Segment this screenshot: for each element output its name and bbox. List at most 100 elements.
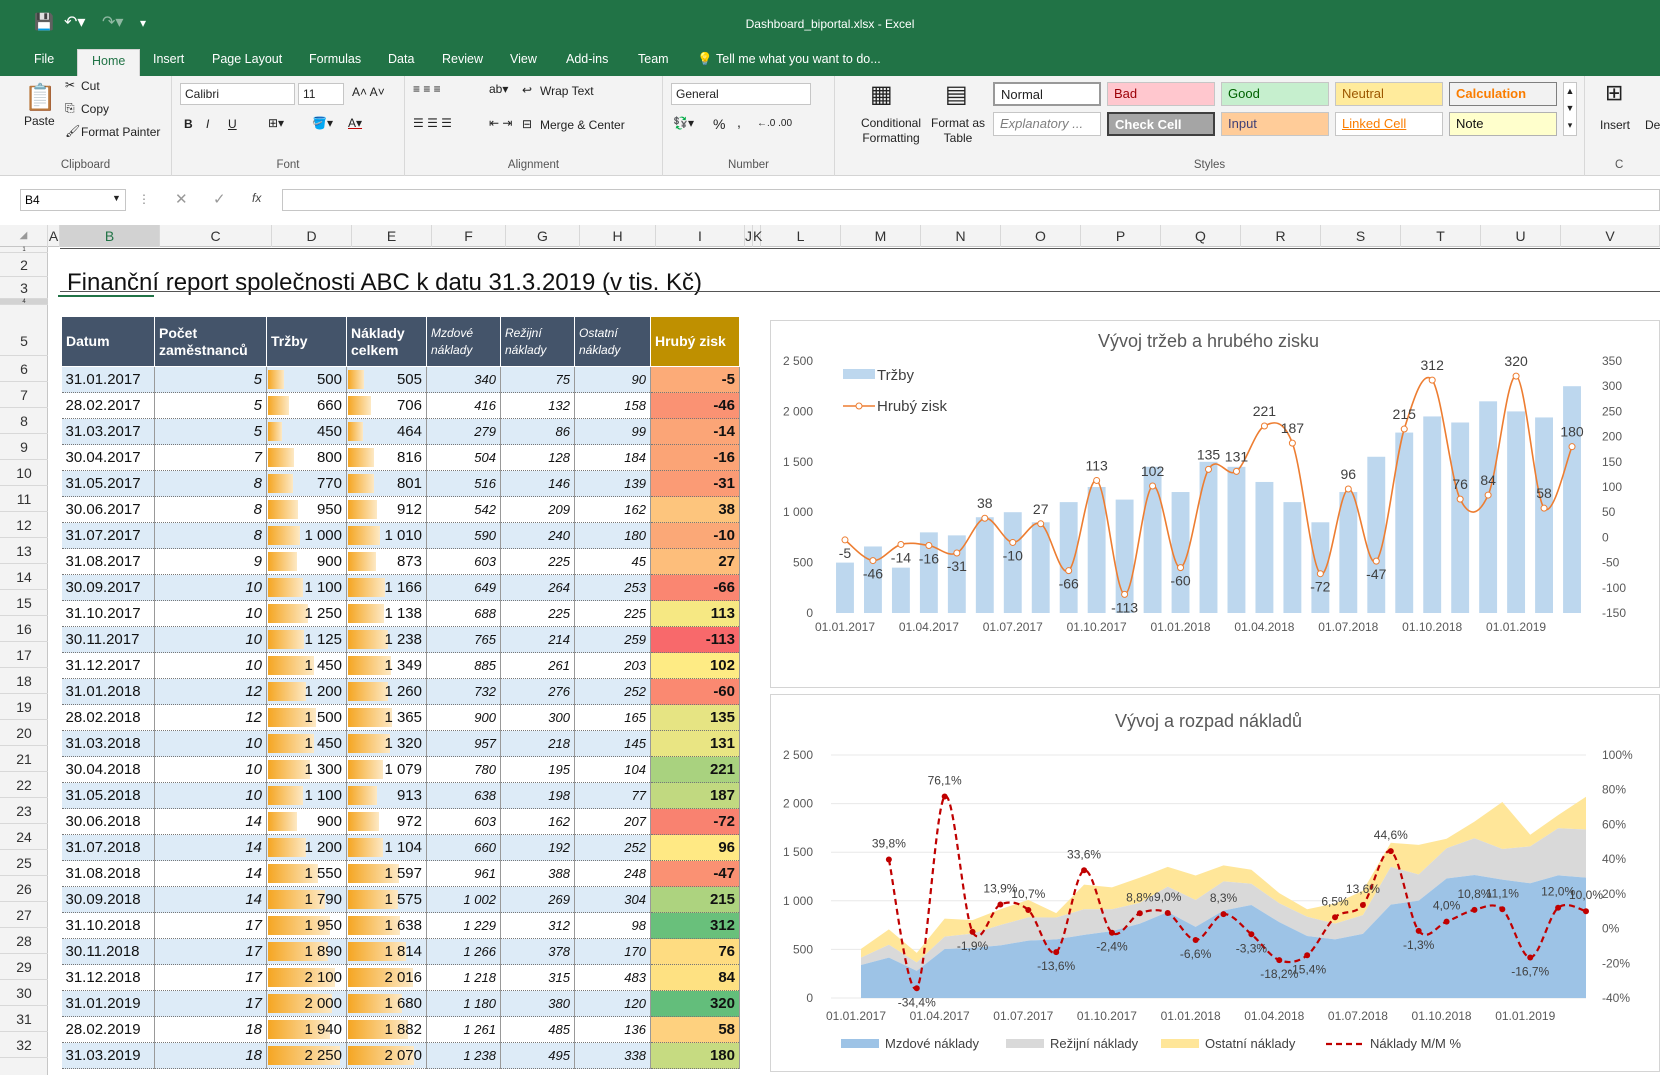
cell-rezijni[interactable]: 225 [500, 548, 575, 575]
cell-datum[interactable]: 31.01.2019 [61, 990, 155, 1017]
cell-hruby-zisk[interactable]: 180 [650, 1042, 740, 1069]
cell-pocet[interactable]: 10 [154, 652, 267, 679]
cell-hruby-zisk[interactable]: -16 [650, 444, 740, 471]
cell-trzby[interactable]: 1 000 [266, 522, 347, 549]
column-header[interactable]: G [506, 225, 580, 247]
cell-hruby-zisk[interactable]: 27 [650, 548, 740, 575]
point-hruby-zisk[interactable] [1121, 590, 1129, 598]
cell-datum[interactable]: 31.03.2018 [61, 730, 155, 757]
point-hruby-zisk[interactable] [869, 557, 877, 565]
cell-ostatni[interactable]: 158 [574, 392, 651, 419]
point-naklady-mm[interactable] [1583, 908, 1589, 915]
cell-pocet[interactable]: 8 [154, 522, 267, 549]
cell-pocet[interactable]: 14 [154, 808, 267, 835]
row-header[interactable]: 8 [0, 408, 48, 434]
cell-trzby[interactable]: 2 000 [266, 990, 347, 1017]
cell-datum[interactable]: 30.09.2018 [61, 886, 155, 913]
cell-mzdove[interactable]: 638 [426, 782, 501, 809]
point-hruby-zisk[interactable] [1205, 465, 1212, 473]
cell-mzdove[interactable]: 732 [426, 678, 501, 705]
cell-naklady[interactable]: 464 [346, 418, 427, 445]
orientation-icon[interactable]: ab▾ [489, 82, 508, 96]
cell-datum[interactable]: 28.02.2019 [61, 1016, 155, 1043]
cell-trzby[interactable]: 660 [266, 392, 347, 419]
tab-team[interactable]: Team [638, 52, 669, 66]
cell-naklady[interactable]: 505 [346, 366, 427, 393]
cell-naklady[interactable]: 706 [346, 392, 427, 419]
header-pocet-zamestnancu[interactable]: Počet zaměstnanců [154, 316, 267, 367]
bar-trzby[interactable] [1087, 487, 1106, 613]
cell-naklady[interactable]: 1 597 [346, 860, 427, 887]
row-header[interactable]: 20 [0, 720, 48, 746]
cell-mzdove[interactable]: 957 [426, 730, 501, 757]
cell-naklady[interactable]: 1 104 [346, 834, 427, 861]
cell-mzdove[interactable]: 603 [426, 808, 501, 835]
cell-trzby[interactable]: 950 [266, 496, 347, 523]
cell-rezijni[interactable]: 261 [500, 652, 575, 679]
cell-rezijni[interactable]: 269 [500, 886, 575, 913]
point-naklady-mm[interactable] [1499, 906, 1506, 913]
cell-pocet[interactable]: 8 [154, 496, 267, 523]
cell-datum[interactable]: 31.10.2018 [61, 912, 155, 939]
row-header[interactable]: 18 [0, 668, 48, 694]
cell-datum[interactable]: 31.01.2018 [61, 678, 155, 705]
cell-datum[interactable]: 30.11.2017 [61, 626, 155, 653]
cell-hruby-zisk[interactable]: 96 [650, 834, 740, 861]
point-hruby-zisk[interactable] [1568, 443, 1576, 451]
cell-datum[interactable]: 30.06.2017 [61, 496, 155, 523]
point-hruby-zisk[interactable] [1065, 567, 1073, 575]
header-mzdove-naklady[interactable]: Mzdové náklady [426, 316, 501, 367]
cell-ostatni[interactable]: 180 [574, 522, 651, 549]
column-header[interactable]: C [160, 225, 272, 247]
point-hruby-zisk[interactable] [1344, 485, 1352, 493]
grow-font-icon[interactable]: A˄ A˅ [352, 85, 385, 99]
style-linked-cell[interactable]: Linked Cell [1335, 112, 1443, 136]
cell-pocet[interactable]: 14 [154, 886, 267, 913]
cell-trzby[interactable]: 1 250 [266, 600, 347, 627]
revenue-profit-chart[interactable]: Vývoj tržeb a hrubého zisku 0 500 1 000 1 50… [770, 320, 1660, 688]
point-hruby-zisk[interactable] [953, 549, 961, 557]
cell-pocet[interactable]: 18 [154, 1042, 267, 1069]
bold-button[interactable]: B [184, 117, 193, 131]
point-naklady-mm[interactable] [1415, 927, 1422, 934]
cell-trzby[interactable]: 1 450 [266, 730, 347, 757]
point-hruby-zisk[interactable] [925, 541, 933, 549]
cell-ostatni[interactable]: 120 [574, 990, 651, 1017]
conditional-formatting-icon[interactable]: ▦ [870, 80, 893, 109]
point-naklady-mm[interactable] [1248, 931, 1255, 938]
bar-trzby[interactable] [1563, 386, 1581, 613]
cell-pocet[interactable]: 17 [154, 912, 267, 939]
row-header[interactable]: 31 [0, 1006, 48, 1032]
column-header[interactable]: T [1401, 225, 1481, 247]
style-neutral[interactable]: Neutral [1335, 82, 1443, 106]
comma-button[interactable]: , [737, 114, 741, 130]
column-header[interactable]: D [272, 225, 352, 247]
cell-rezijni[interactable]: 128 [500, 444, 575, 471]
cell-trzby[interactable]: 1 500 [266, 704, 347, 731]
cell-mzdove[interactable]: 885 [426, 652, 501, 679]
style-normal[interactable]: Normal [993, 82, 1101, 106]
cell-pocet[interactable]: 10 [154, 626, 267, 653]
tab-add-ins[interactable]: Add-ins [566, 52, 608, 66]
cell-pocet[interactable]: 17 [154, 938, 267, 965]
cell-ostatni[interactable]: 252 [574, 678, 651, 705]
cell-rezijni[interactable]: 240 [500, 522, 575, 549]
cell-trzby[interactable]: 1 200 [266, 678, 347, 705]
cell-hruby-zisk[interactable]: -47 [650, 860, 740, 887]
cell-datum[interactable]: 31.05.2018 [61, 782, 155, 809]
point-hruby-zisk[interactable] [1456, 495, 1464, 503]
cell-naklady[interactable]: 1 638 [346, 912, 427, 939]
cell-naklady[interactable]: 816 [346, 444, 427, 471]
cancel-icon[interactable]: ✕ [175, 190, 188, 208]
point-hruby-zisk[interactable] [841, 536, 849, 544]
cell-naklady[interactable]: 1 010 [346, 522, 427, 549]
conditional-formatting-button[interactable]: Conditional Formatting [855, 116, 927, 146]
header-datum[interactable]: Datum [61, 316, 155, 367]
cell-rezijni[interactable]: 195 [500, 756, 575, 783]
style-bad[interactable]: Bad [1107, 82, 1215, 106]
cell-ostatni[interactable]: 253 [574, 574, 651, 601]
point-naklady-mm[interactable] [1276, 957, 1283, 964]
tab-file[interactable]: File [34, 52, 54, 66]
row-header[interactable]: 22 [0, 772, 48, 798]
cell-ostatni[interactable]: 45 [574, 548, 651, 575]
